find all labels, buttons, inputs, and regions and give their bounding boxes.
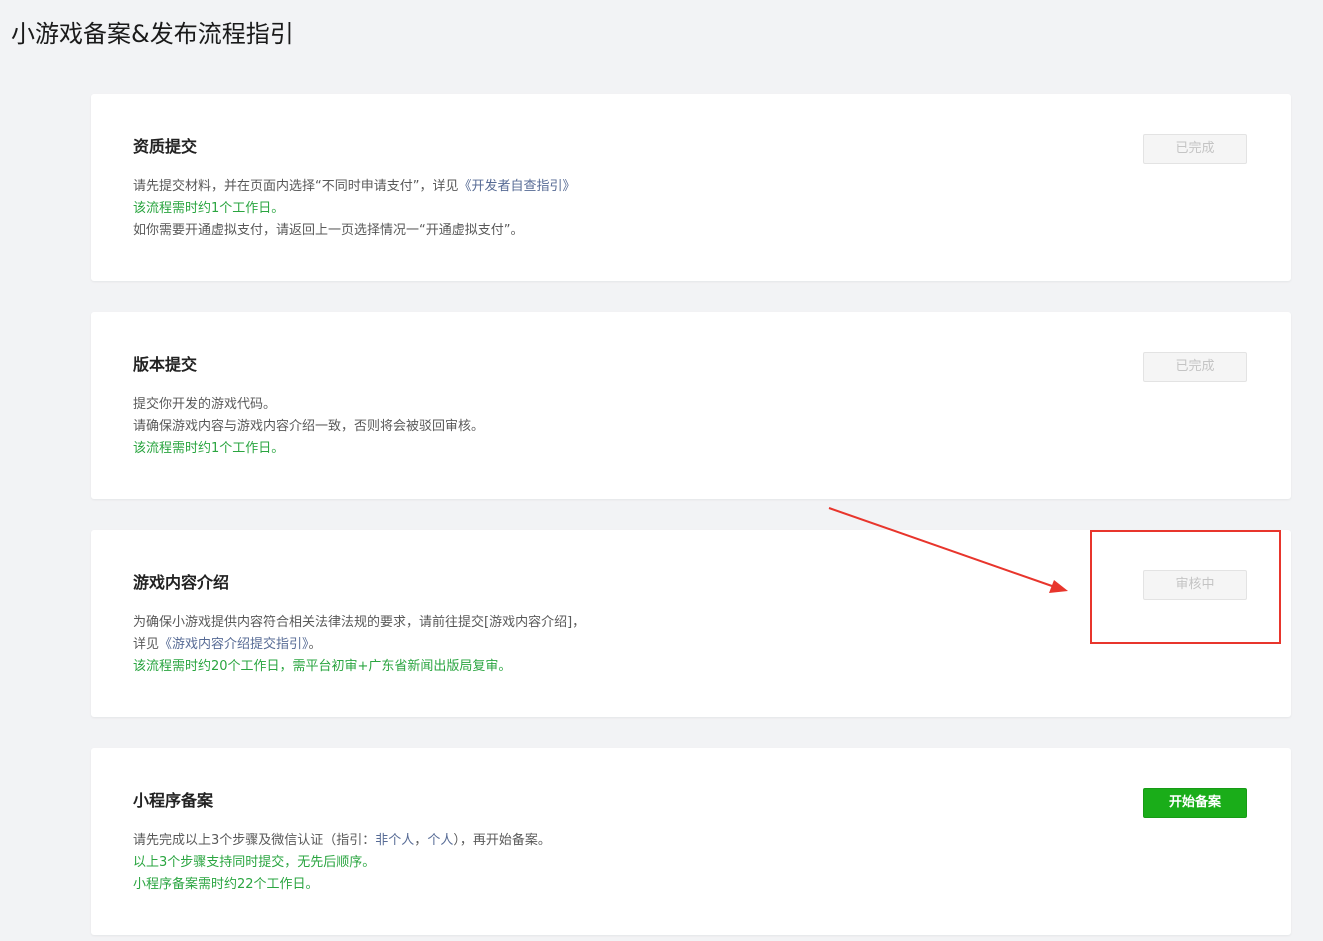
card-description: 请先提交材料，并在页面内选择“不同时申请支付”，详见《开发者自查指引》 该流程需… [133,176,576,242]
duration-note: 小程序备案需时约22个工作日。 [133,877,319,892]
description-line: 请先完成以上3个步骤及微信认证（指引：非个人，个人），再开始备案。 [133,830,551,852]
card-description: 提交你开发的游戏代码。 请确保游戏内容与游戏内容介绍一致，否则将会被驳回审核。 … [133,394,484,460]
description-line: 如你需要开通虚拟支付，请返回上一页选择情况一“开通虚拟支付”。 [133,223,524,238]
duration-note: 该流程需时约20个工作日，需平台初审+广东省新闻出版局复审。 [133,659,512,674]
step-card-qualification: 资质提交 请先提交材料，并在页面内选择“不同时申请支付”，详见《开发者自查指引》… [91,94,1291,281]
under-review-button: 审核中 [1143,570,1247,600]
order-note: 以上3个步骤支持同时提交，无先后顺序。 [133,855,376,870]
card-title: 资质提交 [133,137,198,156]
start-filing-button[interactable]: 开始备案 [1143,788,1247,818]
card-description: 请先完成以上3个步骤及微信认证（指引：非个人，个人），再开始备案。 以上3个步骤… [133,830,551,896]
description-line: 请确保游戏内容与游戏内容介绍一致，否则将会被驳回审核。 [133,419,485,434]
personal-guide-link[interactable]: 个人 [427,833,453,848]
description-text: 请先完成以上3个步骤及微信认证（指引： [133,833,376,848]
content-intro-guide-link[interactable]: 《游戏内容介绍提交指引》 [159,637,309,652]
description-line: 为确保小游戏提供内容符合相关法律法规的要求，请前往提交[游戏内容介绍]， [133,615,586,630]
non-personal-guide-link[interactable]: 非个人 [375,833,414,848]
step-card-filing: 小程序备案 请先完成以上3个步骤及微信认证（指引：非个人，个人），再开始备案。 … [91,748,1291,935]
duration-note: 该流程需时约1个工作日。 [133,201,285,216]
developer-self-check-guide-link[interactable]: 《开发者自查指引》 [458,179,575,194]
step-card-version: 版本提交 提交你开发的游戏代码。 请确保游戏内容与游戏内容介绍一致，否则将会被驳… [91,312,1291,499]
card-title: 游戏内容介绍 [133,573,230,592]
description-text: ， [414,833,428,848]
description-line: 详见《游戏内容介绍提交指引》。 [133,634,585,656]
description-text: ），再开始备案。 [453,833,551,848]
completed-button: 已完成 [1143,352,1247,382]
description-text: 详见 [133,637,160,652]
description-text: 。 [308,637,322,652]
description-text: 请先提交材料，并在页面内选择“不同时申请支付”，详见 [133,179,459,194]
card-description: 为确保小游戏提供内容符合相关法律法规的要求，请前往提交[游戏内容介绍]， 详见《… [133,612,585,678]
description-line: 请先提交材料，并在页面内选择“不同时申请支付”，详见《开发者自查指引》 [133,176,576,198]
card-title: 版本提交 [133,355,198,374]
step-card-game-content: 游戏内容介绍 为确保小游戏提供内容符合相关法律法规的要求，请前往提交[游戏内容介… [91,530,1291,717]
completed-button: 已完成 [1143,134,1247,164]
card-title: 小程序备案 [133,791,214,810]
page-title: 小游戏备案&发布流程指引 [11,20,294,49]
duration-note: 该流程需时约1个工作日。 [133,441,285,456]
description-line: 提交你开发的游戏代码。 [133,397,277,412]
